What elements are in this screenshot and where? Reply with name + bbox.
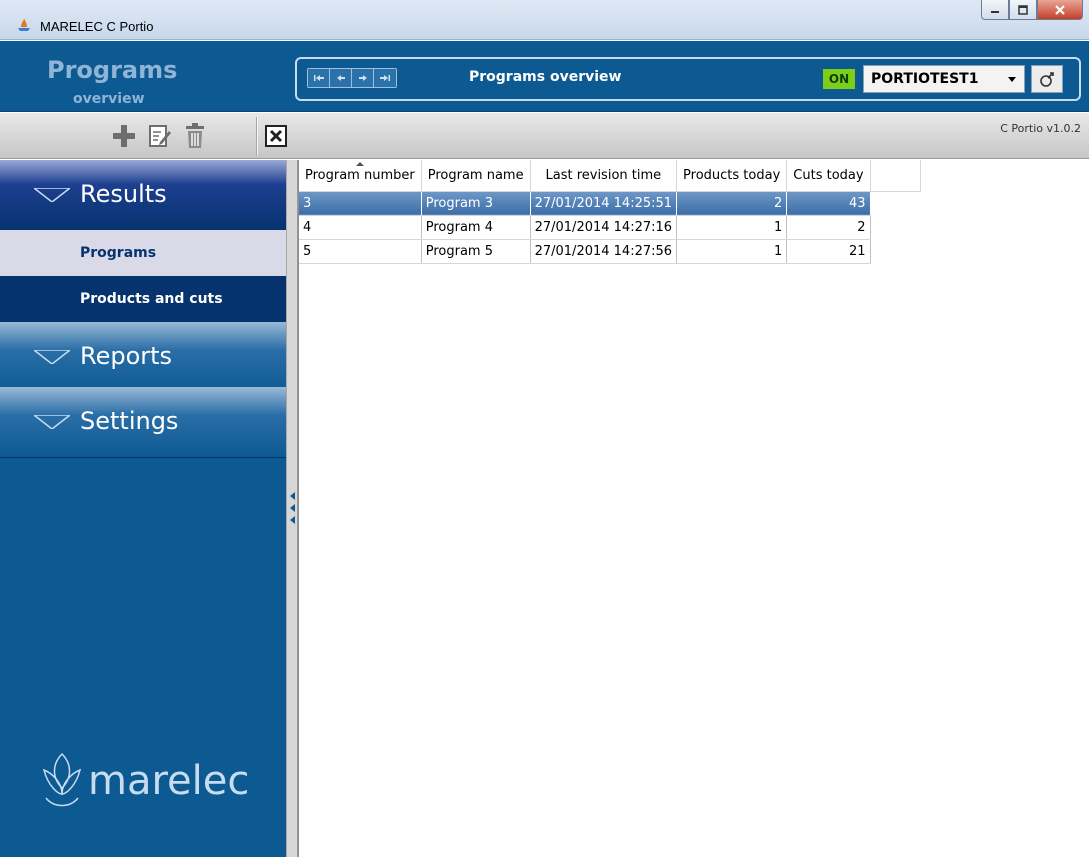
cell-cuts-today: 2 [786,215,871,240]
arrow-right-icon [358,75,367,81]
close-icon [1055,4,1065,15]
sidebar-section-settings[interactable]: Settings [0,387,286,457]
last-icon [380,75,390,81]
nav-title: Programs overview [469,69,622,85]
sidebar-section-label: Settings [80,407,179,435]
maximize-icon [1018,4,1028,15]
minimize-button[interactable] [981,0,1009,20]
first-icon [313,75,324,81]
column-header-program-number[interactable]: Program number [299,160,422,192]
sidebar: Results Programs Products and cuts Repor… [0,160,286,857]
previous-record-button[interactable] [330,69,352,87]
app-icon [18,18,30,31]
triangle-down-icon [34,415,70,429]
window-titlebar: MARELEC C Portio [0,0,1089,40]
navigation-bar: Programs overview ON PORTIOTEST1 [295,57,1081,101]
last-record-button[interactable] [374,69,396,87]
leaf-logo-icon [42,752,82,807]
sidebar-section-label: Reports [80,342,173,370]
record-navigator [307,68,397,88]
table-header-row: Program number Program name Last revisio… [299,160,921,192]
cell-program-name: Program 3 [421,191,531,216]
sort-asc-icon [355,162,364,166]
chevron-down-icon [1008,77,1016,82]
close-box-icon [265,125,287,147]
triangle-down-icon [34,350,70,364]
edit-icon [149,125,171,147]
cell-products-today: 1 [676,239,788,264]
cell-last-revision-time: 27/01/2014 14:27:56 [530,239,678,264]
cell-last-revision-time: 27/01/2014 14:27:16 [530,215,678,240]
machine-select[interactable]: PORTIOTEST1 [863,65,1025,93]
delete-button[interactable] [181,121,209,151]
cell-cuts-today: 43 [786,191,871,216]
version-label: C Portio v1.0.2 [1000,122,1081,135]
column-header-cuts-today[interactable]: Cuts today [786,160,871,192]
connect-button[interactable] [1031,65,1063,93]
add-button[interactable] [110,121,138,151]
logo-text: marelec [88,758,250,804]
sidebar-section-label: Results [80,180,167,208]
minimize-icon [991,10,999,13]
window-title: MARELEC C Portio [40,19,154,34]
sidebar-section-reports[interactable]: Reports [0,322,286,392]
splitter-grip-icon [290,492,295,524]
connect-icon [1040,72,1054,87]
cancel-button[interactable] [262,121,290,151]
toolbar: C Portio v1.0.2 [0,113,1089,159]
sidebar-divider [0,457,286,458]
page-header: Programs overview Programs overview ON P… [0,41,1089,112]
plus-icon [113,125,135,147]
status-badge: ON [823,69,855,89]
panel-splitter[interactable] [286,160,298,857]
column-header-products-today[interactable]: Products today [676,160,788,192]
sidebar-item-products-and-cuts[interactable]: Products and cuts [0,276,286,322]
cell-products-today: 1 [676,215,788,240]
cell-last-revision-time: 27/01/2014 14:25:51 [530,191,678,216]
cell-program-number: 3 [299,191,422,216]
triangle-down-icon [34,188,70,202]
edit-button[interactable] [146,121,174,151]
toolbar-divider [256,117,258,155]
cell-program-name: Program 4 [421,215,531,240]
column-header-program-name[interactable]: Program name [421,160,531,192]
trash-icon [186,123,204,148]
column-header-last-revision-time[interactable]: Last revision time [530,160,678,192]
page-subtitle: overview [73,91,145,107]
machine-select-value: PORTIOTEST1 [871,71,979,87]
arrow-left-icon [336,75,345,81]
next-record-button[interactable] [352,69,374,87]
programs-grid: Program number Program name Last revisio… [298,160,1089,857]
cell-cuts-today: 21 [786,239,871,264]
window-controls [981,0,1083,20]
cell-products-today: 2 [676,191,788,216]
first-record-button[interactable] [308,69,330,87]
cell-program-name: Program 5 [421,239,531,264]
cell-program-number: 5 [299,239,422,264]
sidebar-item-programs[interactable]: Programs [0,230,286,276]
sidebar-section-results[interactable]: Results [0,160,286,230]
table-row[interactable]: 5 Program 5 27/01/2014 14:27:56 1 21 [299,239,920,264]
cell-program-number: 4 [299,215,422,240]
brand-logo: marelec [40,750,249,812]
table-row[interactable]: 3 Program 3 27/01/2014 14:25:51 2 43 [299,191,920,216]
programs-table: Program number Program name Last revisio… [299,160,921,264]
table-row[interactable]: 4 Program 4 27/01/2014 14:27:16 1 2 [299,215,920,240]
column-header-filler [870,160,921,192]
page-title: Programs [47,56,178,84]
close-button[interactable] [1037,0,1083,20]
maximize-button[interactable] [1009,0,1037,20]
